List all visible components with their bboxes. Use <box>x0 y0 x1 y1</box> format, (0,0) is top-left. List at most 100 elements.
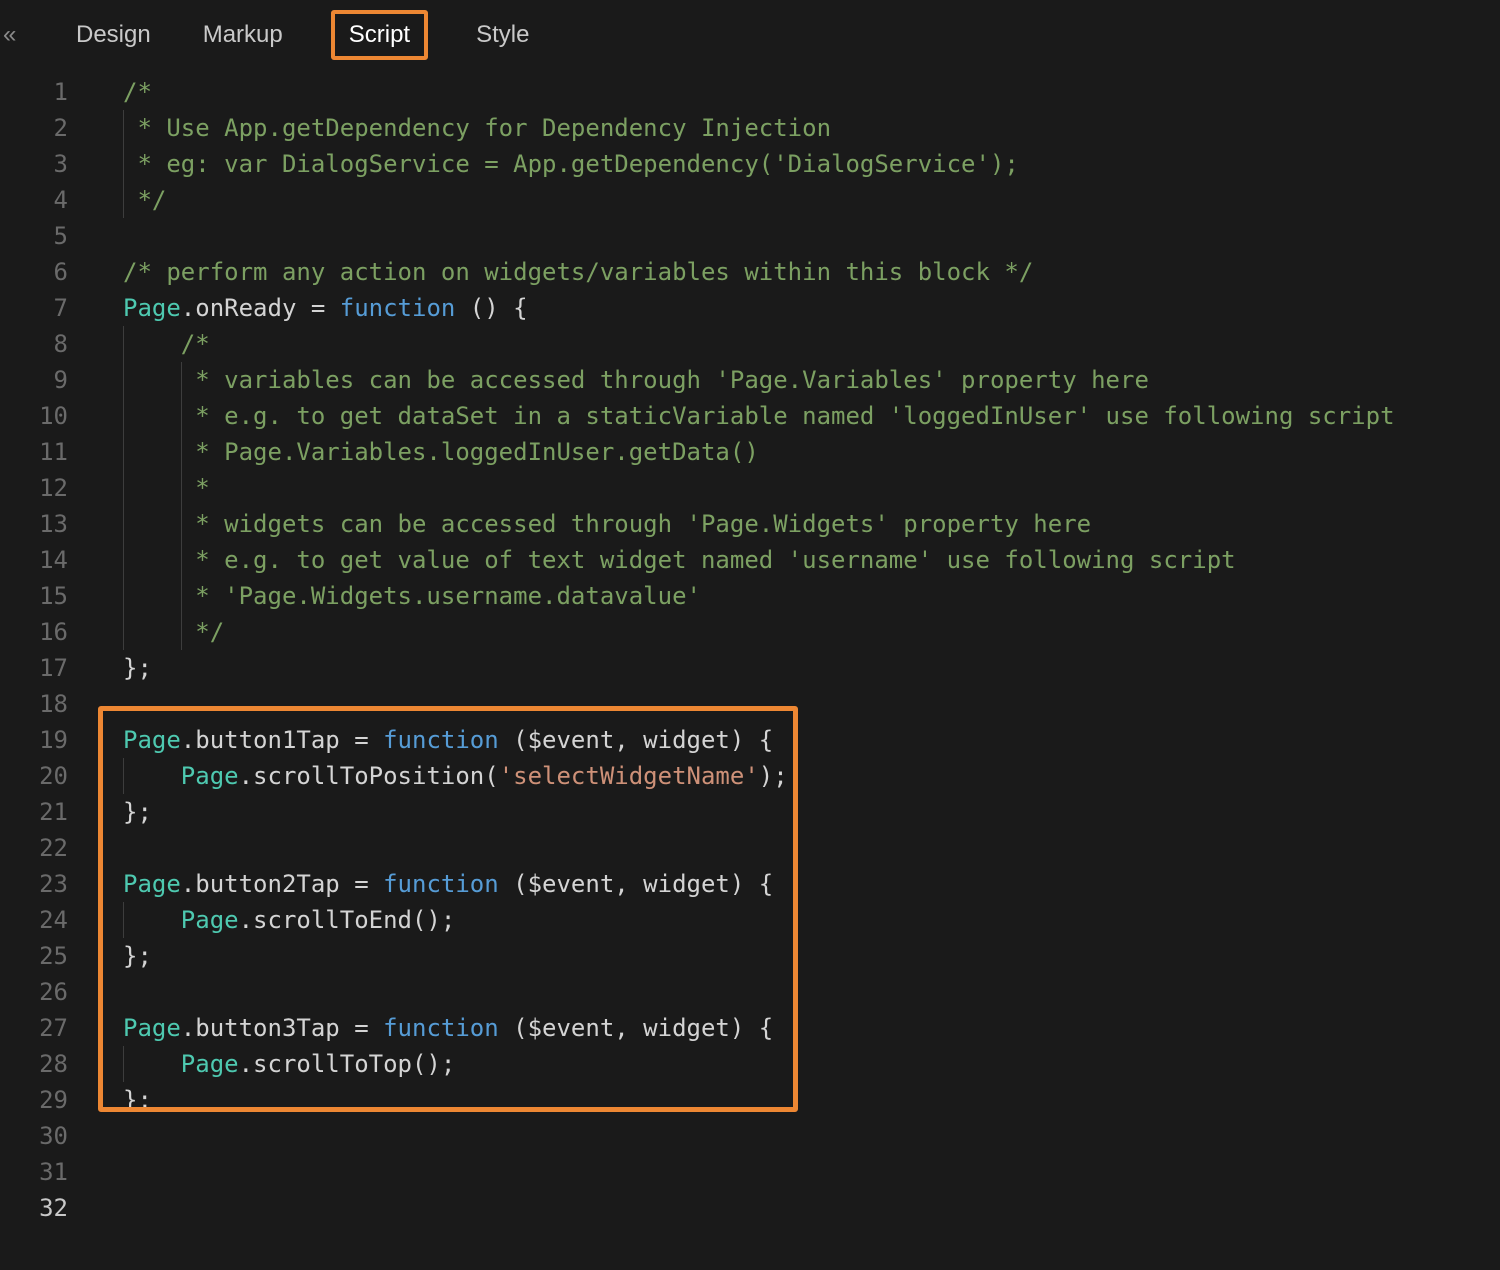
indent-guide <box>123 146 124 182</box>
code-text: */ <box>123 182 166 218</box>
code-text: * Use App.getDependency for Dependency I… <box>123 110 831 146</box>
line-number: 4 <box>0 182 68 218</box>
code-line-11[interactable]: 11 * Page.Variables.loggedInUser.getData… <box>0 434 1500 470</box>
code-line-32[interactable]: 32 <box>0 1190 1500 1226</box>
code-line-5[interactable]: 5 <box>0 218 1500 254</box>
code-line-13[interactable]: 13 * widgets can be accessed through 'Pa… <box>0 506 1500 542</box>
line-number: 16 <box>0 614 68 650</box>
indent-guide <box>181 506 182 542</box>
indent-guide <box>123 182 124 218</box>
indent-guide <box>123 614 124 650</box>
line-number: 14 <box>0 542 68 578</box>
code-text: }; <box>123 938 152 974</box>
indent-guide <box>123 470 124 506</box>
code-line-31[interactable]: 31 <box>0 1154 1500 1190</box>
line-number: 15 <box>0 578 68 614</box>
indent-guide <box>123 362 124 398</box>
code-line-4[interactable]: 4 */ <box>0 182 1500 218</box>
code-line-1[interactable]: 1 /* <box>0 74 1500 110</box>
indent-guide <box>123 398 124 434</box>
indent-guide <box>123 434 124 470</box>
code-line-9[interactable]: 9 * variables can be accessed through 'P… <box>0 362 1500 398</box>
code-line-22[interactable]: 22 <box>0 830 1500 866</box>
line-number: 18 <box>0 686 68 722</box>
indent-guide <box>181 614 182 650</box>
code-text: */ <box>123 614 224 650</box>
line-number: 1 <box>0 74 68 110</box>
code-line-3[interactable]: 3 * eg: var DialogService = App.getDepen… <box>0 146 1500 182</box>
code-line-30[interactable]: 30 <box>0 1118 1500 1154</box>
line-number: 32 <box>0 1190 68 1226</box>
code-text: Page.scrollToEnd(); <box>123 902 455 938</box>
code-editor[interactable]: 1 /*2 * Use App.getDependency for Depende… <box>0 70 1500 1270</box>
tab-markup[interactable]: Markup <box>199 10 287 60</box>
line-number: 29 <box>0 1082 68 1118</box>
line-number: 12 <box>0 470 68 506</box>
line-number: 10 <box>0 398 68 434</box>
code-line-2[interactable]: 2 * Use App.getDependency for Dependency… <box>0 110 1500 146</box>
code-line-25[interactable]: 25}; <box>0 938 1500 974</box>
line-number: 3 <box>0 146 68 182</box>
code-text: * e.g. to get value of text widget named… <box>123 542 1236 578</box>
line-number: 30 <box>0 1118 68 1154</box>
indent-guide <box>181 470 182 506</box>
code-line-21[interactable]: 21}; <box>0 794 1500 830</box>
line-number: 28 <box>0 1046 68 1082</box>
code-text: Page.button2Tap = function ($event, widg… <box>123 866 773 902</box>
indent-guide <box>123 326 124 362</box>
code-line-18[interactable]: 18 <box>0 686 1500 722</box>
line-number: 13 <box>0 506 68 542</box>
code-line-6[interactable]: 6 /* perform any action on widgets/variab… <box>0 254 1500 290</box>
code-line-20[interactable]: 20 Page.scrollToPosition('selectWidgetNa… <box>0 758 1500 794</box>
script-editor-app: « Design Markup Script Style 1 /*2 * Use App… <box>0 0 1500 1270</box>
line-number: 25 <box>0 938 68 974</box>
line-number: 23 <box>0 866 68 902</box>
tab-list: Design Markup Script Style <box>72 10 533 60</box>
code-text: }; <box>123 794 152 830</box>
indent-guide <box>123 578 124 614</box>
line-number: 9 <box>0 362 68 398</box>
line-number: 6 <box>0 254 68 290</box>
code-line-12[interactable]: 12 * <box>0 470 1500 506</box>
line-number: 5 <box>0 218 68 254</box>
tab-style[interactable]: Style <box>472 10 533 60</box>
indent-guide <box>123 506 124 542</box>
code-line-10[interactable]: 10 * e.g. to get dataSet in a staticVari… <box>0 398 1500 434</box>
code-line-8[interactable]: 8 /* <box>0 326 1500 362</box>
code-line-28[interactable]: 28 Page.scrollToTop(); <box>0 1046 1500 1082</box>
code-line-27[interactable]: 27Page.button3Tap = function ($event, wi… <box>0 1010 1500 1046</box>
code-text: /* <box>123 74 152 110</box>
code-line-19[interactable]: 19 Page.button1Tap = function ($event, wi… <box>0 722 1500 758</box>
code-line-15[interactable]: 15 * 'Page.Widgets.username.datavalue' <box>0 578 1500 614</box>
code-line-16[interactable]: 16 */ <box>0 614 1500 650</box>
code-line-29[interactable]: 29}; <box>0 1082 1500 1118</box>
code-text: Page.onReady = function () { <box>123 290 528 326</box>
code-line-24[interactable]: 24 Page.scrollToEnd(); <box>0 902 1500 938</box>
code-text: Page.button1Tap = function ($event, widg… <box>123 722 773 758</box>
tab-script[interactable]: Script <box>331 10 428 60</box>
editor-mode-tabbar: « Design Markup Script Style <box>0 0 1500 70</box>
code-line-26[interactable]: 26 <box>0 974 1500 1010</box>
code-text: * 'Page.Widgets.username.datavalue' <box>123 578 701 614</box>
code-text: Page.scrollToPosition('selectWidgetName'… <box>123 758 788 794</box>
tab-design[interactable]: Design <box>72 10 155 60</box>
line-number: 17 <box>0 650 68 686</box>
line-number: 19 <box>0 722 68 758</box>
indent-guide <box>123 542 124 578</box>
indent-guide <box>123 110 124 146</box>
code-text: Page.scrollToTop(); <box>123 1046 455 1082</box>
code-text: * <box>123 470 210 506</box>
code-text: /* perform any action on widgets/variabl… <box>123 254 1033 290</box>
code-line-7[interactable]: 7Page.onReady = function () { <box>0 290 1500 326</box>
collapse-panel-icon[interactable]: « <box>3 21 16 49</box>
indent-guide <box>181 578 182 614</box>
code-line-14[interactable]: 14 * e.g. to get value of text widget na… <box>0 542 1500 578</box>
code-line-23[interactable]: 23 Page.button2Tap = function ($event, wi… <box>0 866 1500 902</box>
code-text: * eg: var DialogService = App.getDepende… <box>123 146 1019 182</box>
indent-guide <box>123 1046 124 1082</box>
indent-guide <box>181 398 182 434</box>
code-text: * Page.Variables.loggedInUser.getData() <box>123 434 759 470</box>
indent-guide <box>123 758 124 794</box>
line-number: 27 <box>0 1010 68 1046</box>
code-line-17[interactable]: 17}; <box>0 650 1500 686</box>
